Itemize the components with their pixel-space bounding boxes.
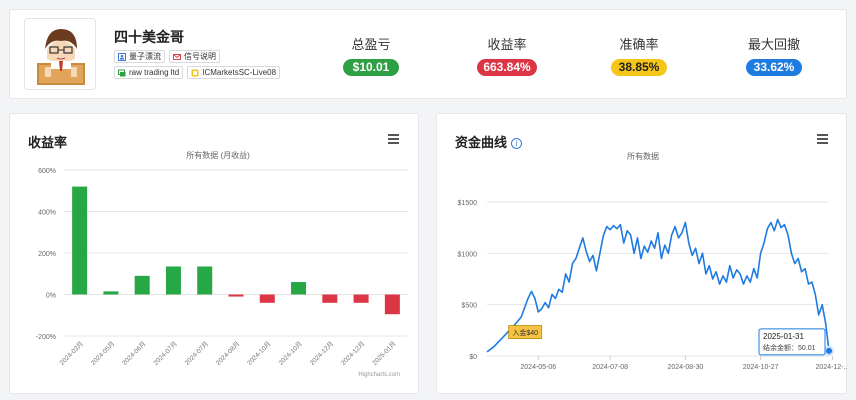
returns-bar [165, 266, 181, 295]
equity-chart-subtitle: 所有数据 [627, 151, 659, 161]
stat-max-drawdown-value: 33.62% [746, 59, 802, 76]
equity-y-tick: $1500 [458, 200, 478, 207]
tooltip-balance: 结余金额：50.01 [763, 343, 816, 352]
deposit-flag-label: 入金$40 [512, 328, 538, 337]
returns-x-tick: 2024-03月 [58, 340, 85, 367]
stat-return-rate-value: 663.84% [477, 59, 537, 76]
strategy-tag[interactable]: 量子漂流 [114, 50, 165, 63]
trader-name: 四十美金哥 [114, 29, 184, 45]
equity-x-tick: 2024-08-30 [667, 364, 703, 371]
returns-bar [228, 294, 244, 297]
returns-y-tick: -200% [36, 334, 56, 341]
returns-chart-subtitle: 所有数据 (月收益) [186, 150, 250, 160]
stat-accuracy: 准确率 38.85% [589, 34, 689, 76]
returns-bar [291, 282, 307, 295]
returns-x-tick: 2024-10月 [246, 340, 273, 367]
returns-bar [353, 294, 369, 303]
equity-line-chart: 所有数据 $0 $500 $1000 $1500 2024-05-06 2024-07-0… [458, 151, 848, 371]
stat-return-rate: 收益率 663.84% [457, 34, 557, 76]
mail-icon [173, 53, 181, 61]
returns-bar [134, 275, 150, 295]
equity-y-tick: $500 [461, 303, 477, 310]
returns-bar [384, 294, 400, 315]
returns-x-tick: 2024-08月 [214, 340, 241, 367]
user-badge-icon [118, 52, 126, 61]
equity-x-tick: 2024-07-08 [592, 364, 628, 371]
broker-tag[interactable]: raw trading ltd [114, 66, 184, 79]
tag-row-broker: raw trading ltd ICMarketsSC-Live08 [114, 66, 281, 79]
returns-x-tick: 2024-07月 [152, 340, 179, 367]
equity-y-tick: $0 [469, 354, 477, 361]
returns-x-tick: 2024-12月 [339, 340, 366, 367]
returns-chart-card: 收益率 所有数据 (月收益) Highcharts.com -200% 0% 200… [9, 113, 419, 394]
returns-x-tick: 2025-01月 [371, 340, 398, 367]
highcharts-credit: Highcharts.com [358, 372, 400, 378]
returns-bar [197, 266, 213, 295]
stat-total-pnl-value: $10.01 [343, 59, 399, 76]
returns-bar-chart: 所有数据 (月收益) Highcharts.com -200% 0% 200% 400… [36, 150, 408, 378]
broker-icon [118, 69, 126, 77]
returns-bar [259, 294, 275, 303]
returns-bar [72, 186, 88, 295]
tag-row-primary: 量子漂流 信号说明 [114, 50, 220, 63]
equity-y-tick: $1000 [458, 251, 478, 258]
avatar-illustration [37, 29, 85, 85]
returns-bar [322, 294, 338, 303]
returns-y-tick: 400% [38, 210, 56, 217]
trader-avatar[interactable] [24, 18, 96, 90]
equity-end-marker [824, 345, 834, 356]
trader-profile-card: 四十美金哥 量子漂流 信号说明 raw trading ltd ICMarket… [9, 9, 847, 99]
stat-total-pnl: 总盈亏 $10.01 [321, 34, 421, 76]
equity-x-tick: 2024-12-... [815, 364, 848, 371]
returns-y-tick: 600% [38, 168, 56, 175]
equity-x-tick: 2024-10-27 [743, 364, 779, 371]
tooltip-date: 2025-01-31 [763, 332, 804, 341]
returns-y-tick: 200% [38, 251, 56, 258]
server-tag[interactable]: ICMarketsSC-Live08 [187, 66, 281, 79]
returns-x-tick: 2024-07月 [183, 340, 210, 367]
returns-bar [103, 291, 119, 295]
returns-x-tick: 2024-05月 [89, 340, 116, 367]
equity-chart-card: 资金曲线 i 所有数据 $0 $500 $1000 $1500 2024-05-06 202… [436, 113, 848, 394]
returns-x-tick: 2024-10月 [277, 340, 304, 367]
returns-x-tick: 2024-12月 [308, 340, 335, 367]
equity-x-tick: 2024-05-06 [520, 364, 556, 371]
stat-accuracy-value: 38.85% [611, 59, 667, 76]
signal-description-tag[interactable]: 信号说明 [169, 50, 220, 63]
returns-y-tick: 0% [46, 293, 56, 300]
server-icon [191, 69, 199, 77]
returns-x-tick: 2024-06月 [120, 340, 147, 367]
stat-max-drawdown: 最大回撤 33.62% [746, 37, 802, 76]
